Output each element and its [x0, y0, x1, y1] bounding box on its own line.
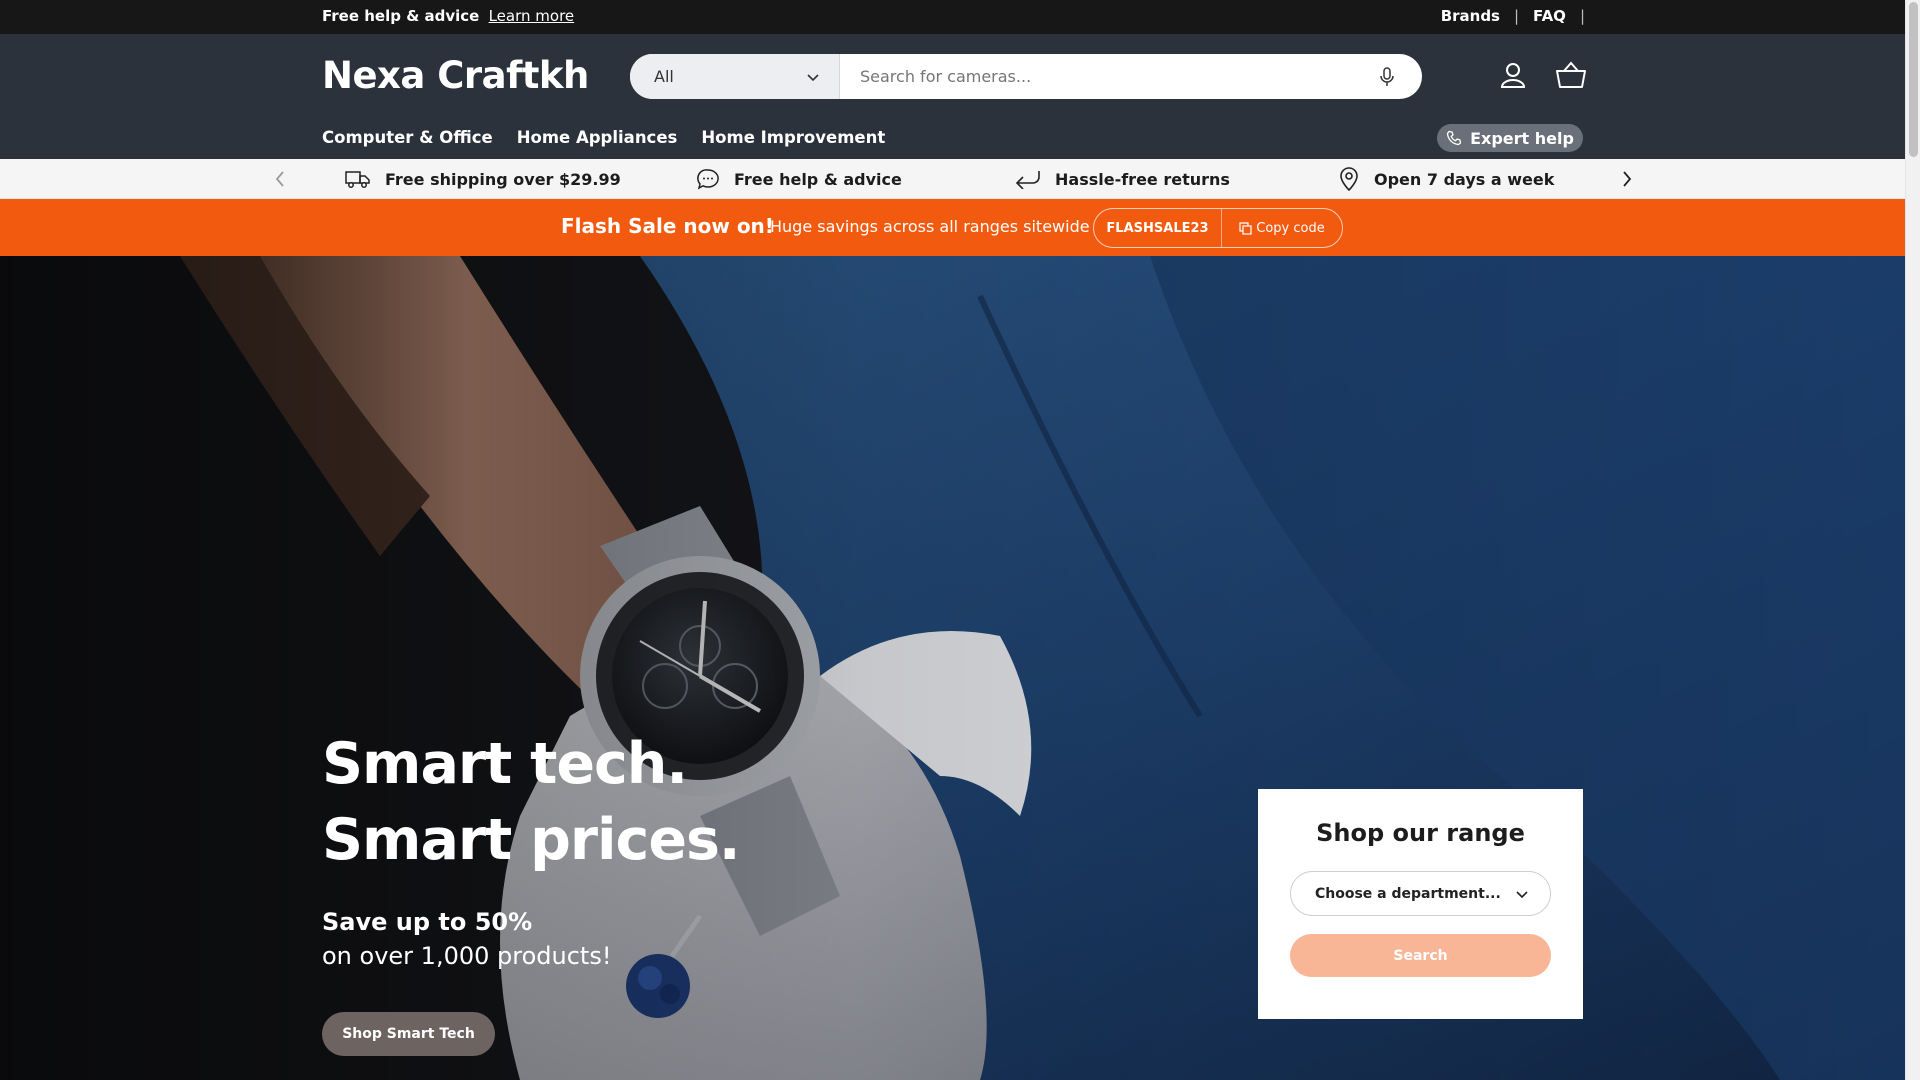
department-select[interactable]: Choose a department... [1290, 871, 1551, 916]
divider: | [1579, 7, 1585, 25]
hero-banner: Smart tech. Smart prices. Save up to 50%… [0, 256, 1905, 1080]
learn-more-link[interactable]: Learn more [489, 7, 575, 25]
nav-item-computer-office[interactable]: Computer & Office [322, 128, 493, 147]
hero-heading: Smart tech. Smart prices. [322, 731, 741, 873]
location-pin-icon [1340, 167, 1358, 191]
basket-icon[interactable] [1554, 58, 1588, 92]
faq-link[interactable]: FAQ [1533, 7, 1566, 25]
header-actions [1496, 58, 1588, 92]
nav-item-home-appliances[interactable]: Home Appliances [517, 128, 678, 147]
nav-item-home-improvement[interactable]: Home Improvement [701, 128, 885, 147]
secondary-nav: Brands | FAQ | [1441, 7, 1585, 25]
divider: | [1513, 7, 1520, 25]
usp-item-returns: Hassle-free returns [1015, 165, 1230, 193]
discount-code: FLASHSALE23 [1094, 209, 1222, 247]
department-search-button[interactable]: Search [1290, 934, 1551, 977]
shop-range-card: Shop our range Choose a department... Se… [1258, 789, 1583, 1019]
scrollbar[interactable] [1905, 0, 1920, 1080]
announcement-bar: Free help & advice Learn more Brands | F… [0, 0, 1905, 34]
flash-sale-subtitle: Huge savings across all ranges sitewide [770, 217, 1090, 236]
account-icon[interactable] [1496, 58, 1530, 92]
scrollbar-thumb[interactable] [1909, 2, 1918, 157]
usp-item-hours: Open 7 days a week [1338, 165, 1554, 193]
hero-image [0, 256, 1905, 1080]
usp-bar: Free shipping over $29.99 Free help & ad… [0, 159, 1905, 199]
main-nav: Computer & Office Home Appliances Home I… [322, 128, 885, 147]
phone-icon [1446, 130, 1462, 146]
flash-sale-bar: Flash Sale now on! Huge savings across a… [0, 199, 1905, 256]
usp-label: Hassle-free returns [1055, 169, 1230, 189]
help-announcement: Free help & advice Learn more [322, 7, 574, 25]
shop-range-title: Shop our range [1316, 819, 1525, 847]
discount-code-box: FLASHSALE23 Copy code [1093, 208, 1343, 248]
flash-sale-title: Flash Sale now on! [561, 214, 774, 238]
page: Free help & advice Learn more Brands | F… [0, 0, 1905, 1080]
copy-icon [1239, 221, 1252, 235]
truck-icon [345, 171, 370, 188]
expert-help-label: Expert help [1470, 128, 1574, 148]
hero-products: on over 1,000 products! [322, 942, 612, 970]
help-text: Free help & advice [322, 7, 480, 25]
expert-help-button[interactable]: Expert help [1437, 124, 1583, 152]
usp-item-help: Free help & advice [696, 165, 902, 193]
chevron-right-icon[interactable] [1617, 169, 1637, 189]
microphone-icon[interactable] [1352, 54, 1422, 99]
search-input[interactable] [840, 54, 1352, 99]
category-select[interactable]: All [630, 54, 840, 99]
brands-link[interactable]: Brands [1441, 7, 1500, 25]
hero-text: Smart tech. Smart prices. Save up to 50%… [322, 726, 842, 970]
department-placeholder: Choose a department... [1315, 885, 1501, 902]
search-bar: All [630, 54, 1422, 99]
site-header: Nexa Craftkh All Computer & Office Home … [0, 34, 1905, 159]
usp-label: Free shipping over $29.99 [385, 169, 621, 189]
return-arrow-icon [1015, 171, 1040, 189]
chevron-down-icon [807, 73, 819, 81]
hero-savings: Save up to 50% [322, 908, 533, 936]
site-logo[interactable]: Nexa Craftkh [322, 54, 589, 97]
copy-code-button[interactable]: Copy code [1222, 221, 1342, 236]
chevron-left-icon[interactable] [270, 169, 290, 189]
usp-item-shipping: Free shipping over $29.99 [345, 165, 621, 193]
shop-smart-tech-button[interactable]: Shop Smart Tech [322, 1012, 495, 1056]
chat-icon [697, 169, 719, 190]
usp-label: Open 7 days a week [1374, 169, 1555, 189]
category-selected: All [654, 67, 674, 86]
chevron-down-icon [1516, 890, 1528, 898]
copy-code-label: Copy code [1256, 220, 1325, 236]
usp-label: Free help & advice [734, 169, 902, 189]
